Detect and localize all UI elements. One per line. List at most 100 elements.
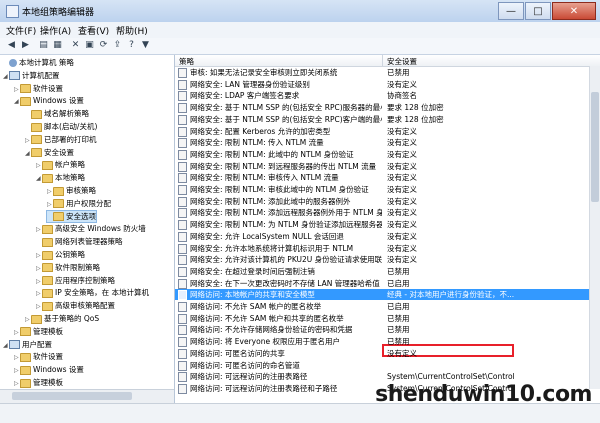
menu-file[interactable]: 文件(F) bbox=[6, 24, 36, 37]
tree-item[interactable]: ◢ 用户配置 bbox=[3, 339, 52, 350]
tree-item[interactable]: ◢ 本地策略 bbox=[36, 172, 85, 183]
policy-item-icon bbox=[178, 126, 187, 137]
tree-item[interactable]: ▷ 高级审核策略配置 bbox=[36, 300, 115, 311]
tree-item[interactable]: ▷ 公钥策略 bbox=[36, 249, 85, 260]
tree-item[interactable]: ▷ 管理模板 bbox=[14, 377, 63, 388]
policy-row[interactable]: 网络访问: 不允许存储网络身份验证的密码和凭据 已禁用 bbox=[175, 324, 590, 336]
tree-item[interactable]: ◢ 计算机配置 bbox=[3, 70, 60, 81]
policy-name-text: 网络安全: 限制 NTLM: 传入 NTLM 流量 bbox=[190, 138, 324, 148]
menu-action[interactable]: 操作(A) bbox=[40, 24, 71, 37]
policy-row[interactable]: 网络访问: 本地帐户的共享和安全模型 经典 - 对本地用户进行身份验证，不... bbox=[175, 289, 590, 301]
policy-row[interactable]: 网络安全: 在下一次更改密码时不存储 LAN 管理器哈希值 已启用 bbox=[175, 278, 590, 289]
list-vertical-scrollbar[interactable] bbox=[589, 66, 600, 389]
policy-row[interactable]: 网络安全: 允许 LocalSystem NULL 会话回退 没有定义 bbox=[175, 231, 590, 242]
computer-icon bbox=[9, 71, 20, 81]
policy-row[interactable]: 网络安全: 限制 NTLM: 为 NTLM 身份验证添加远程服务器例外 没有定义 bbox=[175, 219, 590, 231]
folder-icon bbox=[42, 250, 53, 260]
policy-setting: 没有定义 bbox=[387, 173, 417, 183]
policy-row[interactable]: 网络访问: 可匿名访问的命名管道 bbox=[175, 360, 590, 371]
policy-row[interactable]: 网络安全: 限制 NTLM: 添加远程服务器例外用于 NTLM 身... 没有定义 bbox=[175, 207, 590, 219]
policy-row[interactable]: 网络安全: 限制 NTLM: 到远程服务器的传出 NTLM 流量 没有定义 bbox=[175, 161, 590, 172]
tree-item-label: 软件设置 bbox=[33, 83, 63, 93]
policy-row[interactable]: 网络访问: 将 Everyone 权限应用于匿名用户 已禁用 bbox=[175, 336, 590, 348]
menu-view[interactable]: 查看(V) bbox=[78, 24, 109, 37]
scrollbar-thumb[interactable] bbox=[12, 392, 132, 400]
tree-item[interactable]: ▷ 软件设置 bbox=[14, 351, 63, 362]
policy-row[interactable]: 网络安全: 配置 Kerberos 允许的加密类型 没有定义 bbox=[175, 126, 590, 137]
policy-name-text: 网络安全: 在下一次更改密码时不存储 LAN 管理器哈希值 bbox=[190, 278, 380, 288]
up-folder-icon[interactable]: ▤ bbox=[38, 40, 49, 51]
tree-item[interactable]: ▷ 应用程序控制策略 bbox=[36, 275, 115, 286]
tree-item-label: 管理模板 bbox=[33, 326, 63, 336]
policy-row[interactable]: 网络安全: 限制 NTLM: 审核传入 NTLM 流量 没有定义 bbox=[175, 172, 590, 184]
show-hide-tree-icon[interactable]: ▦ bbox=[52, 40, 63, 51]
tree-item[interactable]: 本地计算机 策略 bbox=[3, 57, 74, 68]
policy-row[interactable]: 网络访问: 可远程访问的注册表路径 System\CurrentControlSe… bbox=[175, 371, 590, 383]
policy-name-text: 网络安全: 限制 NTLM: 为 NTLM 身份验证添加远程服务器例外 bbox=[190, 220, 382, 230]
policy-name-text: 网络安全: 基于 NTLM SSP 的(包括安全 RPC)客户端的最小... bbox=[190, 114, 382, 124]
column-divider[interactable] bbox=[382, 55, 383, 66]
minimize-button[interactable]: — bbox=[498, 2, 524, 20]
forward-icon[interactable]: ▶ bbox=[20, 40, 31, 51]
policy-row[interactable]: 网络访问: 可匿名访问的共享 没有定义 bbox=[175, 348, 590, 359]
folder-icon bbox=[42, 173, 53, 183]
policy-row[interactable]: 网络安全: 限制 NTLM: 此域中的 NTLM 身份验证 没有定义 bbox=[175, 149, 590, 160]
policy-item-icon bbox=[178, 208, 187, 219]
policy-row[interactable]: 网络安全: LAN 管理器身份验证级别 没有定义 bbox=[175, 79, 590, 90]
folder-icon bbox=[53, 199, 64, 209]
back-icon[interactable]: ◀ bbox=[6, 40, 17, 51]
policy-row[interactable]: 网络安全: 限制 NTLM: 审核此域中的 NTLM 身份验证 没有定义 bbox=[175, 184, 590, 195]
tree-item[interactable]: ▷ 已部署的打印机 bbox=[25, 134, 97, 145]
folder-icon bbox=[31, 314, 42, 324]
refresh-icon[interactable]: ⟳ bbox=[98, 40, 109, 51]
policy-row[interactable]: 网络安全: 允许本地系统将计算机标识用于 NTLM 没有定义 bbox=[175, 243, 590, 254]
help-icon[interactable]: ? bbox=[126, 40, 137, 51]
policy-item-icon bbox=[178, 266, 187, 277]
tree-item[interactable]: ▷ 高级安全 Windows 防火墙 bbox=[36, 223, 146, 234]
policy-name-text: 网络访问: 可远程访问的注册表路径和子路径 bbox=[190, 383, 338, 393]
policy-row[interactable]: 网络安全: LDAP 客户端签名要求 协商签名 bbox=[175, 90, 590, 102]
policy-row[interactable]: 网络安全: 允许对该计算机的 PKU2U 身份验证请求使用联机标识没有定义 bbox=[175, 254, 590, 266]
tree-item[interactable]: 安全选项 bbox=[46, 209, 97, 223]
column-header-setting[interactable]: 安全设置 bbox=[387, 56, 417, 67]
tree-item[interactable]: ◢ 安全设置 bbox=[25, 147, 74, 158]
menu-help[interactable]: 帮助(H) bbox=[116, 24, 148, 37]
policy-setting: 已禁用 bbox=[387, 313, 410, 323]
policy-row[interactable]: 网络安全: 限制 NTLM: 添加此域中的服务器例外 没有定义 bbox=[175, 196, 590, 207]
tree-item[interactable]: ▷ IP 安全策略，在 本地计算机 bbox=[36, 287, 149, 298]
tree-item[interactable]: ▷ 软件设置 bbox=[14, 83, 63, 94]
export-icon[interactable]: ⇪ bbox=[112, 40, 123, 51]
policy-row[interactable]: 审核: 如果无法记录安全审核则立即关闭系统 已禁用 bbox=[175, 67, 590, 78]
tree-item[interactable]: ▷ 帐户策略 bbox=[36, 159, 85, 170]
tree-item[interactable]: ▷ Windows 设置 bbox=[14, 364, 84, 375]
tree-item[interactable]: ▷ 用户权限分配 bbox=[47, 198, 111, 209]
tree-item[interactable]: 域名解析策略 bbox=[25, 108, 89, 119]
policy-item-icon bbox=[178, 278, 187, 289]
column-header-policy[interactable]: 策略 bbox=[179, 56, 194, 67]
policy-row[interactable]: 网络安全: 基于 NTLM SSP 的(包括安全 RPC)服务器的最小... 要求… bbox=[175, 102, 590, 114]
policy-row[interactable]: 网络安全: 限制 NTLM: 传入 NTLM 流量 没有定义 bbox=[175, 137, 590, 149]
delete-icon[interactable]: ✕ bbox=[70, 40, 81, 51]
tree-item[interactable]: ▷ 审核策略 bbox=[47, 185, 96, 196]
tree-item-label: 软件设置 bbox=[33, 352, 63, 362]
policy-row[interactable]: 网络安全: 基于 NTLM SSP 的(包括安全 RPC)客户端的最小... 要求… bbox=[175, 114, 590, 125]
policy-name: 网络访问: 不允许 SAM 帐户和共享的匿名枚举 bbox=[178, 313, 382, 324]
filter-icon[interactable]: ▼ bbox=[140, 40, 151, 51]
policy-name-text: 网络访问: 将 Everyone 权限应用于匿名用户 bbox=[190, 337, 340, 347]
tree-item[interactable]: 脚本(启动/关机) bbox=[25, 121, 97, 132]
properties-icon[interactable]: ▣ bbox=[84, 40, 95, 51]
tree-horizontal-scrollbar[interactable] bbox=[0, 389, 174, 403]
policy-row[interactable]: 网络访问: 不允许 SAM 帐户和共享的匿名枚举 已禁用 bbox=[175, 313, 590, 324]
tree-item[interactable]: ◢ Windows 设置 bbox=[14, 95, 84, 106]
policy-name-text: 网络访问: 不允许 SAM 帐户的匿名枚举 bbox=[190, 302, 322, 311]
policy-name-text: 网络安全: 在超过登录时间后强制注销 bbox=[190, 266, 315, 276]
tree-item[interactable]: ▷ 软件限制策略 bbox=[36, 262, 100, 273]
close-button[interactable]: ✕ bbox=[552, 2, 596, 20]
maximize-button[interactable]: □ bbox=[525, 2, 551, 20]
tree-item[interactable]: 网络列表管理器策略 bbox=[36, 236, 123, 247]
scrollbar-thumb[interactable] bbox=[591, 92, 599, 202]
policy-row[interactable]: 网络安全: 在超过登录时间后强制注销 已禁用 bbox=[175, 266, 590, 277]
tree-item[interactable]: ▷ 基于策略的 QoS bbox=[25, 313, 99, 324]
policy-row[interactable]: 网络访问: 不允许 SAM 帐户的匿名枚举 已启用 bbox=[175, 301, 590, 312]
tree-item[interactable]: ▷ 管理模板 bbox=[14, 326, 63, 337]
